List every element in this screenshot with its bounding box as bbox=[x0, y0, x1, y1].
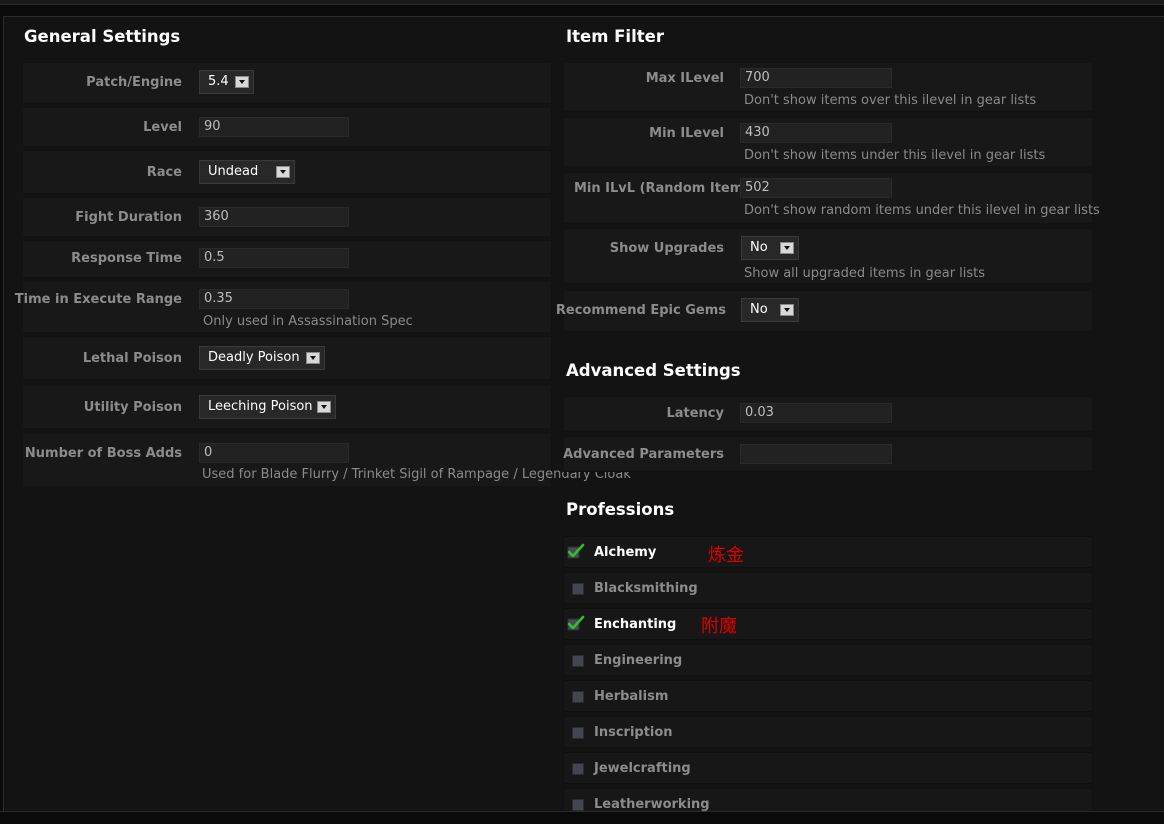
chevron-down-icon bbox=[306, 352, 320, 364]
checkbox-icon[interactable] bbox=[572, 799, 584, 811]
level-row: Level 90 bbox=[22, 107, 552, 147]
profession-row-leatherworking[interactable]: Leatherworking bbox=[563, 788, 1093, 812]
checkbox-icon[interactable] bbox=[572, 691, 584, 703]
profession-label: Herbalism bbox=[594, 689, 669, 704]
race-select-value: Undead bbox=[208, 164, 259, 179]
profession-row-blacksmithing[interactable]: Blacksmithing bbox=[563, 572, 1093, 604]
bottom-bar bbox=[0, 811, 1164, 824]
boss-adds-input[interactable]: 0 bbox=[199, 443, 349, 463]
top-strip bbox=[0, 0, 1164, 5]
fight-duration-label: Fight Duration bbox=[75, 210, 182, 225]
min-random-input[interactable]: 502 bbox=[740, 178, 892, 198]
checkbox-icon[interactable] bbox=[572, 727, 584, 739]
profession-row-engineering[interactable]: Engineering bbox=[563, 644, 1093, 676]
max-ilevel-input[interactable]: 700 bbox=[740, 68, 892, 88]
chevron-down-icon bbox=[780, 242, 794, 254]
alchemy-annotation: 炼金 bbox=[708, 545, 744, 566]
profession-label: Engineering bbox=[594, 653, 683, 668]
utility-poison-select[interactable]: Leeching Poison bbox=[199, 395, 336, 419]
advanced-params-label: Advanced Parameters bbox=[563, 447, 724, 462]
execute-range-input[interactable]: 0.35 bbox=[199, 289, 349, 309]
show-upgrades-label: Show Upgrades bbox=[609, 241, 724, 256]
chevron-down-icon bbox=[317, 401, 331, 413]
fight-duration-input[interactable]: 360 bbox=[199, 207, 349, 227]
chevron-down-icon bbox=[780, 304, 794, 316]
response-time-label: Response Time bbox=[71, 251, 182, 266]
epic-gems-select[interactable]: No bbox=[741, 298, 799, 322]
latency-row: Latency 0.03 bbox=[563, 396, 1093, 432]
show-upgrades-select[interactable]: No bbox=[741, 236, 799, 260]
epic-gems-select-value: No bbox=[750, 302, 768, 317]
profession-row-herbalism[interactable]: Herbalism bbox=[563, 680, 1093, 712]
boss-adds-label: Number of Boss Adds bbox=[24, 446, 182, 461]
execute-range-row: Time in Execute Range 0.35 Only used in … bbox=[15, 281, 552, 333]
checkbox-icon[interactable] bbox=[572, 763, 584, 775]
checkbox-icon[interactable] bbox=[572, 655, 584, 667]
response-time-row: Response Time 0.5 bbox=[22, 240, 552, 278]
min-ilevel-row: Min ILevel 430 Don't show items under th… bbox=[563, 117, 1093, 167]
chevron-down-icon bbox=[235, 76, 249, 88]
latency-input[interactable]: 0.03 bbox=[740, 403, 892, 423]
patch-select-value: 5.4 bbox=[208, 74, 229, 89]
lethal-poison-select-value: Deadly Poison bbox=[208, 350, 300, 365]
lethal-poison-row: Lethal Poison Deadly Poison bbox=[22, 336, 552, 380]
patch-select[interactable]: 5.4 bbox=[199, 70, 254, 94]
advanced-params-input[interactable] bbox=[740, 444, 892, 464]
checkbox-checked-icon[interactable] bbox=[567, 543, 585, 559]
lethal-poison-label: Lethal Poison bbox=[82, 351, 182, 366]
profession-label: Enchanting bbox=[594, 617, 677, 632]
max-ilevel-help: Don't show items over this ilevel in gea… bbox=[744, 93, 1037, 108]
profession-label: Blacksmithing bbox=[594, 581, 698, 596]
profession-label: Alchemy bbox=[594, 545, 657, 560]
chevron-down-icon bbox=[276, 166, 290, 178]
profession-label: Jewelcrafting bbox=[594, 761, 691, 776]
lethal-poison-select[interactable]: Deadly Poison bbox=[199, 346, 325, 370]
min-random-row: Min ILvL (Random Items) 502 Don't show r… bbox=[563, 172, 1100, 224]
race-select[interactable]: Undead bbox=[199, 160, 295, 184]
profession-label: Leatherworking bbox=[594, 797, 710, 812]
patch-label: Patch/Engine bbox=[86, 75, 182, 90]
min-random-help: Don't show random items under this ileve… bbox=[744, 203, 1100, 218]
show-upgrades-row: Show Upgrades No Show all upgraded items… bbox=[563, 228, 1093, 284]
fight-duration-row: Fight Duration 360 bbox=[22, 197, 552, 237]
race-label: Race bbox=[146, 165, 182, 180]
race-row: Race Undead bbox=[22, 150, 552, 194]
profession-row-jewelcrafting[interactable]: Jewelcrafting bbox=[563, 752, 1093, 784]
show-upgrades-help: Show all upgraded items in gear lists bbox=[744, 266, 986, 281]
profession-label: Inscription bbox=[594, 725, 673, 740]
level-input[interactable]: 90 bbox=[199, 117, 349, 137]
execute-range-help: Only used in Assassination Spec bbox=[203, 314, 413, 329]
checkbox-checked-icon[interactable] bbox=[567, 615, 585, 631]
profession-row-enchanting[interactable]: Enchanting bbox=[563, 608, 1093, 640]
min-ilevel-label: Min ILevel bbox=[649, 126, 724, 141]
level-label: Level bbox=[143, 120, 182, 135]
advanced-params-row: Advanced Parameters bbox=[563, 436, 1093, 472]
latency-label: Latency bbox=[666, 406, 724, 421]
professions-heading: Professions bbox=[566, 500, 675, 519]
min-ilevel-input[interactable]: 430 bbox=[740, 123, 892, 143]
max-ilevel-label: Max ILevel bbox=[645, 71, 724, 86]
utility-poison-label: Utility Poison bbox=[83, 400, 182, 415]
response-time-input[interactable]: 0.5 bbox=[199, 248, 349, 268]
show-upgrades-select-value: No bbox=[750, 240, 768, 255]
epic-gems-row: Recommend Epic Gems No bbox=[556, 290, 1093, 332]
utility-poison-row: Utility Poison Leeching Poison bbox=[22, 385, 552, 429]
execute-range-label: Time in Execute Range bbox=[14, 292, 182, 307]
profession-row-alchemy[interactable]: Alchemy bbox=[563, 536, 1093, 568]
advanced-settings-heading: Advanced Settings bbox=[566, 361, 741, 380]
min-random-label: Min ILvL (Random Items) bbox=[574, 181, 757, 196]
patch-row: Patch/Engine 5.4 bbox=[22, 62, 552, 104]
utility-poison-select-value: Leeching Poison bbox=[208, 399, 313, 414]
item-filter-heading: Item Filter bbox=[566, 27, 664, 46]
epic-gems-label: Recommend Epic Gems bbox=[555, 303, 726, 318]
enchanting-annotation: 附魔 bbox=[701, 616, 737, 637]
max-ilevel-row: Max ILevel 700 Don't show items over thi… bbox=[563, 62, 1093, 112]
profession-row-inscription[interactable]: Inscription bbox=[563, 716, 1093, 748]
checkbox-icon[interactable] bbox=[572, 583, 584, 595]
general-settings-heading: General Settings bbox=[24, 27, 181, 46]
min-ilevel-help: Don't show items under this ilevel in ge… bbox=[744, 148, 1046, 163]
